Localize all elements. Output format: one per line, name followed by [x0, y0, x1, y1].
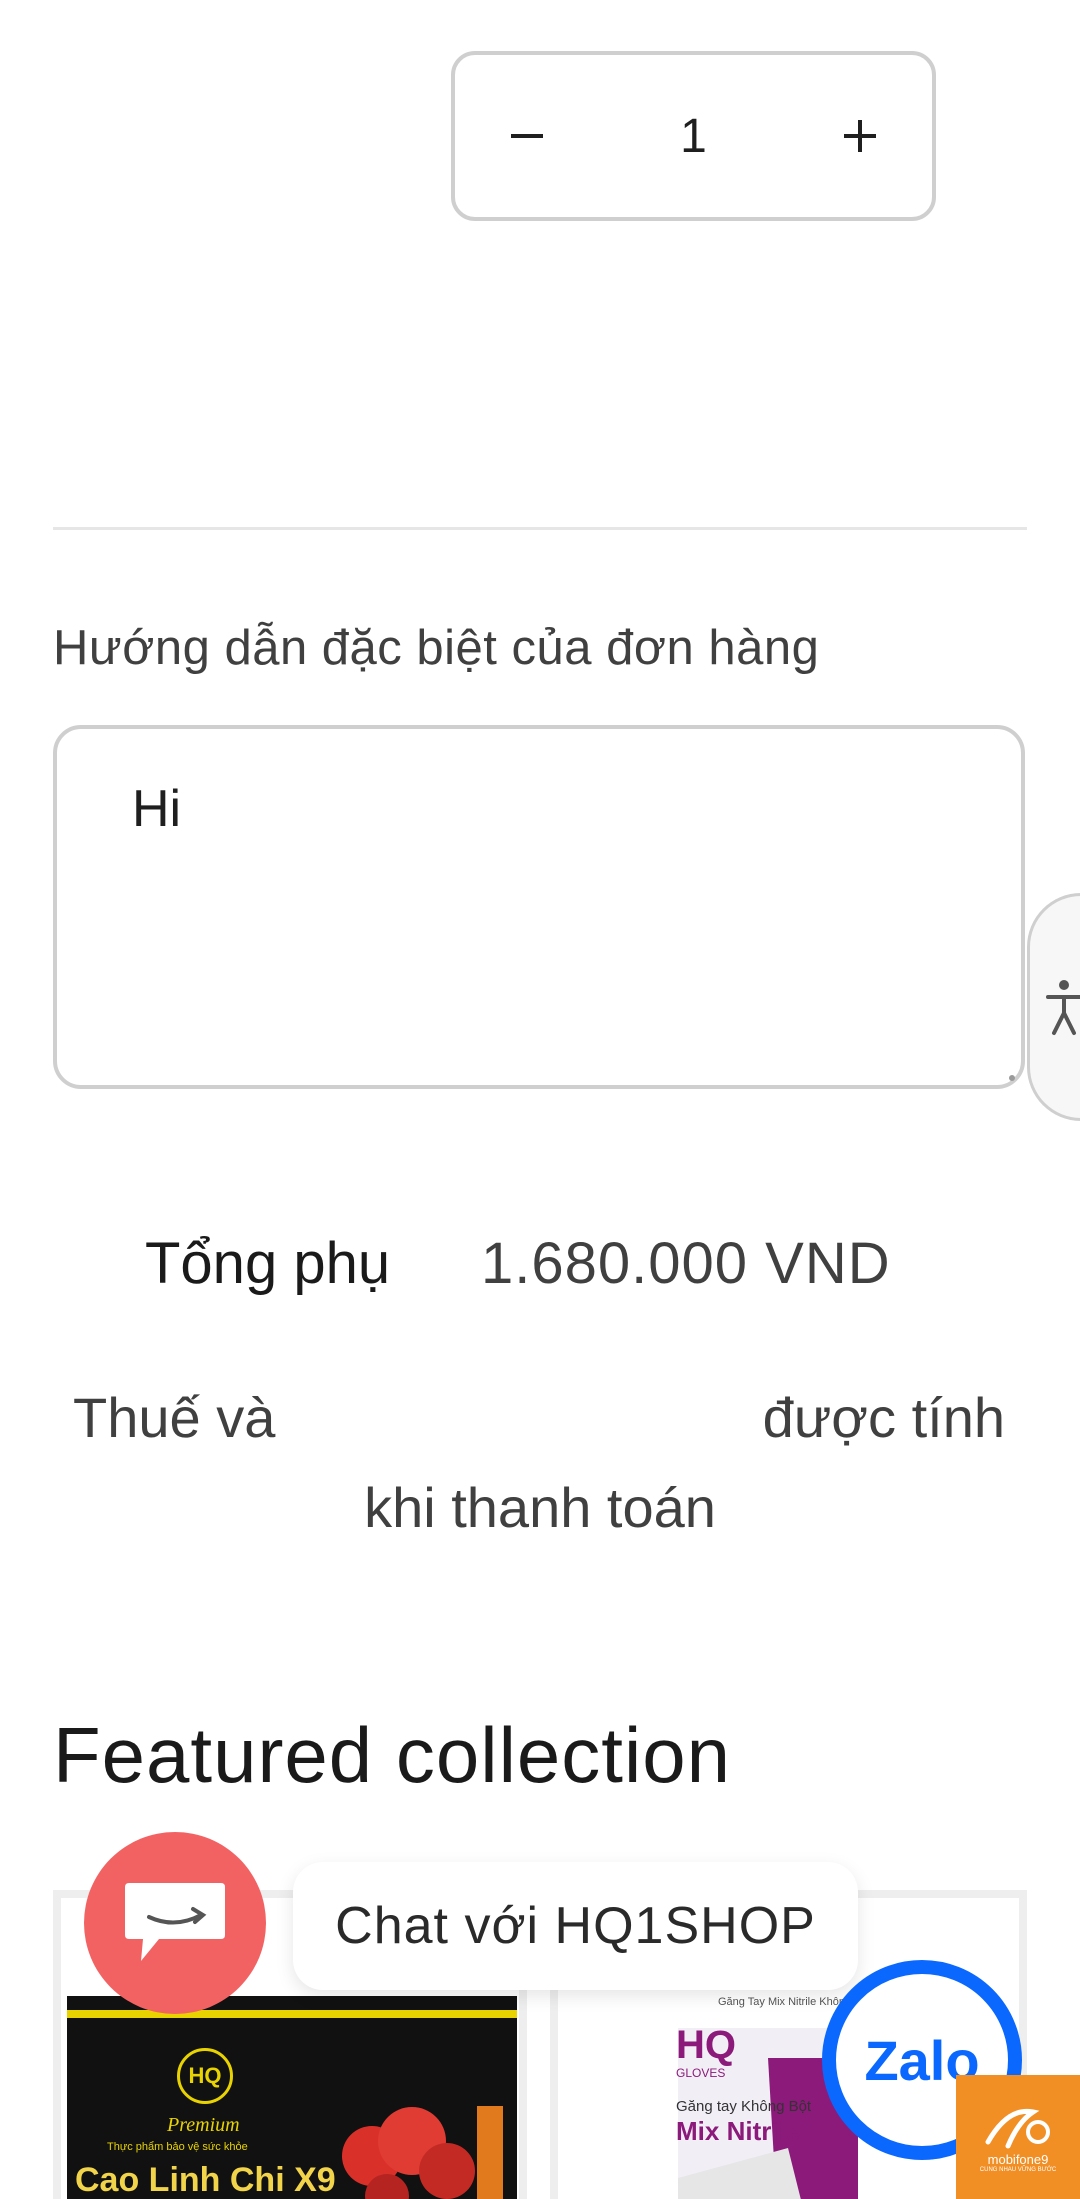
product-name: Mix Nitrile	[676, 2116, 801, 2146]
accessibility-button[interactable]	[1027, 893, 1080, 1121]
order-note-value: Hi	[132, 780, 182, 838]
mobifone-badge[interactable]: mobifone9 CUNG NHAU VỮNG BƯỚC	[956, 2075, 1080, 2199]
product-image-cao-linh-chi: HQ Premium Thực phẩm bảo vệ sức khỏe Cao…	[67, 1996, 517, 2199]
decorative-stripe	[67, 2010, 517, 2018]
product-name: Cao Linh Chi X9	[75, 2161, 336, 2199]
plus-icon	[844, 120, 876, 152]
tax-note-part3: khi thanh toán	[364, 1476, 716, 1539]
product-brand-logo: HQ	[676, 2023, 736, 2067]
order-note-textarea[interactable]: Hi	[53, 725, 1025, 1089]
product-brand-sub: GLOVES	[676, 2066, 726, 2080]
subtotal-value: 1.680.000 VND	[481, 1231, 891, 1296]
decrease-quantity-button[interactable]	[467, 55, 587, 217]
divider	[53, 527, 1027, 530]
tax-note-part1: Thuế và	[73, 1386, 276, 1449]
mobifone-label: mobifone9	[987, 2151, 1049, 2167]
product-tagline: Premium	[167, 2114, 240, 2136]
product-header: Găng Tay Mix Nitrile Không	[718, 1996, 852, 2008]
mobifone-logo-icon	[985, 2108, 1050, 2148]
chat-button[interactable]	[84, 1832, 266, 2014]
chat-icon	[125, 1883, 225, 1961]
resize-handle[interactable]	[1009, 1075, 1015, 1081]
mobifone-sub: CUNG NHAU VỮNG BƯỚC	[979, 2166, 1057, 2173]
lingzhi-illustration	[342, 2106, 503, 2199]
tax-note-part2: được tính	[762, 1386, 1005, 1449]
chat-label[interactable]: Chat với HQ1SHOP	[293, 1862, 858, 1990]
accessibility-icon	[1045, 980, 1080, 1035]
featured-collection-title: Featured collection	[53, 1711, 732, 1799]
minus-icon	[511, 134, 543, 138]
order-note-label: Hướng dẫn đặc biệt của đơn hàng	[53, 621, 820, 675]
increase-quantity-button[interactable]	[800, 55, 920, 217]
quantity-stepper: 1	[451, 51, 936, 221]
subtotal-label: Tổng phụ	[145, 1231, 391, 1296]
product-subtitle: Găng tay Không Bột	[676, 2098, 812, 2115]
product-subtitle: Thực phẩm bảo vệ sức khỏe	[107, 2141, 248, 2153]
product-brand-logo: HQ	[177, 2048, 233, 2104]
quantity-input[interactable]: 1	[595, 55, 792, 217]
